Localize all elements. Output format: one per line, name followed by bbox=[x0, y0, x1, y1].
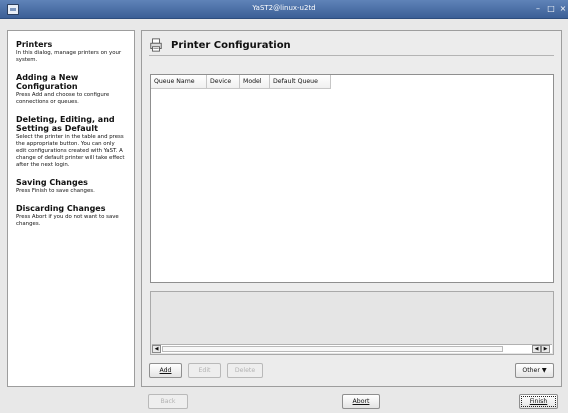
help-text-adding: Press Add and choose to configure connec… bbox=[16, 92, 110, 105]
column-queue-name[interactable]: Queue Name bbox=[151, 75, 207, 88]
other-button-label: Other ▼ bbox=[522, 367, 547, 374]
finish-button-label: Finish bbox=[529, 398, 548, 405]
delete-button-label: Delete bbox=[234, 367, 256, 374]
help-heading-discarding: Discarding Changes bbox=[16, 204, 106, 213]
scroll-left-end-icon[interactable]: ◀ bbox=[532, 345, 541, 353]
page-title: Printer Configuration bbox=[149, 38, 554, 56]
finish-button[interactable]: Finish bbox=[519, 394, 558, 409]
add-button-label: Add bbox=[159, 367, 172, 374]
help-heading-deleting: Deleting, Editing, and Setting as Defaul… bbox=[16, 115, 115, 133]
abort-button-label: Abort bbox=[352, 398, 370, 405]
minimize-icon[interactable]: – bbox=[532, 2, 544, 15]
help-heading-saving: Saving Changes bbox=[16, 178, 88, 187]
back-button-label: Back bbox=[160, 398, 176, 405]
help-text-discarding: Press Abort if you do not want to save c… bbox=[16, 214, 119, 227]
edit-button-label: Edit bbox=[198, 367, 211, 374]
delete-button[interactable]: Delete bbox=[227, 363, 263, 378]
table-header: Queue Name Device Model Default Queue bbox=[151, 75, 331, 89]
column-device[interactable]: Device bbox=[207, 75, 240, 88]
edit-button[interactable]: Edit bbox=[188, 363, 221, 378]
help-text-deleting: Select the printer in the table and pres… bbox=[16, 134, 125, 168]
detail-area: ◀ ◀ ▶ bbox=[150, 291, 554, 355]
help-heading-adding: Adding a New Configuration bbox=[16, 73, 79, 91]
help-text-printers: In this dialog, manage printers on your … bbox=[16, 50, 122, 63]
printer-icon bbox=[150, 38, 162, 52]
window-title: YaST2@linux-u2td bbox=[252, 4, 316, 12]
column-default-queue[interactable]: Default Queue bbox=[270, 75, 331, 88]
scroll-left-icon[interactable]: ◀ bbox=[152, 345, 161, 353]
scroll-thumb[interactable] bbox=[162, 346, 503, 352]
column-model[interactable]: Model bbox=[240, 75, 270, 88]
maximize-icon[interactable]: □ bbox=[545, 2, 557, 15]
help-panel: Printers In this dialog, manage printers… bbox=[7, 30, 135, 387]
other-button[interactable]: Other ▼ bbox=[515, 363, 554, 378]
add-button[interactable]: Add bbox=[149, 363, 182, 378]
back-button[interactable]: Back bbox=[148, 394, 188, 409]
help-text-saving: Press Finish to save changes. bbox=[16, 188, 95, 194]
help-heading-printers: Printers bbox=[16, 40, 53, 49]
scroll-right-icon[interactable]: ▶ bbox=[541, 345, 550, 353]
printer-table[interactable]: Queue Name Device Model Default Queue bbox=[150, 74, 554, 283]
close-icon[interactable]: × bbox=[557, 2, 568, 15]
abort-button[interactable]: Abort bbox=[342, 394, 380, 409]
window-titlebar: YaST2@linux-u2td – □ × bbox=[0, 0, 568, 19]
page-title-text: Printer Configuration bbox=[171, 40, 291, 51]
horizontal-scrollbar[interactable]: ◀ ◀ ▶ bbox=[152, 344, 552, 353]
main-panel: Printer Configuration Queue Name Device … bbox=[141, 30, 562, 387]
